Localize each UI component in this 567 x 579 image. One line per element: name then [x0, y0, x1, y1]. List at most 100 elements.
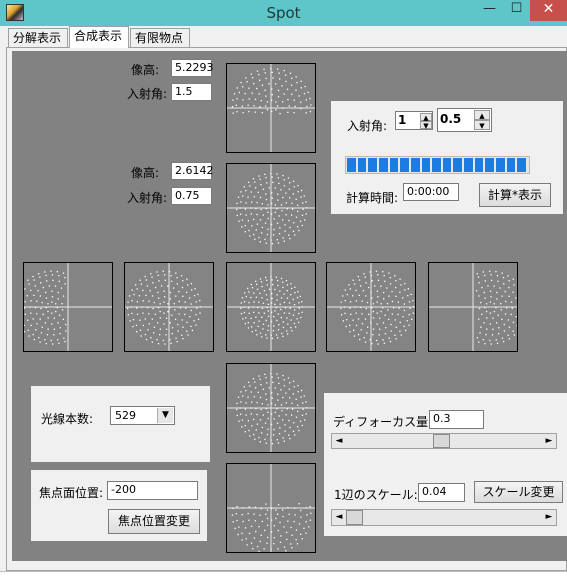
scale-scrollbar[interactable]: ◄ ►	[331, 509, 557, 526]
progress-fill	[347, 158, 528, 172]
spot-point	[159, 328, 161, 330]
tab-composite-view[interactable]: 合成表示	[69, 26, 129, 48]
spot-point	[278, 433, 281, 435]
spot-point	[234, 527, 236, 530]
spot-point	[371, 343, 373, 345]
spot-point	[268, 187, 270, 189]
spot-point	[64, 277, 66, 279]
spot-point	[357, 275, 359, 278]
scale-field[interactable]: 0.04	[418, 483, 465, 502]
defocus-scroll-thumb[interactable]	[432, 434, 450, 448]
close-button[interactable]: ✕	[530, 0, 567, 21]
spot-point	[278, 415, 280, 417]
scroll-left-icon[interactable]: ◄	[332, 510, 346, 524]
spot-point	[489, 270, 491, 272]
spot-diagram-right	[326, 262, 416, 352]
scale-scroll-thumb[interactable]	[346, 510, 363, 525]
spot-point	[38, 337, 40, 339]
spot-point	[296, 81, 298, 84]
spot-point	[276, 422, 279, 424]
top-image-height-field[interactable]: 5.2293	[171, 59, 214, 77]
spot-point	[241, 539, 243, 541]
spot-point	[170, 275, 172, 277]
spot-point	[57, 339, 59, 341]
scroll-right-icon[interactable]: ►	[542, 510, 556, 524]
tab-finite-object[interactable]: 有限物点	[130, 28, 190, 47]
spot-point	[300, 87, 302, 89]
spot-point	[382, 271, 384, 273]
spot-point	[270, 239, 272, 241]
calculate-display-button[interactable]: 計算*表示	[479, 183, 551, 207]
mid-image-height-field[interactable]: 2.6142	[171, 162, 214, 180]
scroll-left-icon[interactable]: ◄	[332, 434, 346, 448]
minimize-button[interactable]: —	[476, 0, 503, 21]
spot-point	[399, 321, 401, 323]
tab-decomposed-view[interactable]: 分解表示	[8, 28, 68, 47]
spot-point	[273, 228, 275, 231]
spot-point	[190, 325, 192, 327]
spot-point	[264, 373, 266, 375]
top-incident-angle-field[interactable]: 1.5	[171, 83, 212, 101]
spot-point	[235, 104, 237, 106]
spot-point	[151, 318, 153, 320]
spot-point	[501, 272, 503, 274]
spot-point	[56, 271, 58, 273]
spot-point	[160, 285, 163, 287]
spot-point	[260, 384, 262, 386]
incident-angle-spinner-1[interactable]: 1 ▲ ▼	[395, 111, 433, 130]
spot-point	[262, 388, 265, 390]
spot-point	[387, 309, 389, 311]
spot-point	[283, 240, 285, 242]
defocus-scrollbar[interactable]: ◄ ►	[331, 433, 557, 449]
spinner-1-down-button[interactable]: ▼	[420, 121, 432, 130]
spot-point	[240, 413, 242, 415]
spot-point	[42, 313, 44, 315]
spot-point	[158, 297, 160, 299]
spot-point	[57, 298, 59, 300]
chevron-down-icon[interactable]: ▼	[157, 408, 173, 423]
spot-point	[291, 402, 293, 404]
spot-point	[355, 312, 357, 314]
spot-point	[245, 295, 247, 298]
spot-point	[478, 318, 480, 320]
spot-point	[297, 410, 299, 412]
spot-point	[191, 329, 194, 332]
maximize-button[interactable]: ☐	[503, 0, 530, 21]
change-focal-position-button[interactable]: 焦点位置変更	[108, 509, 200, 534]
spot-point	[156, 271, 158, 273]
spot-point	[149, 290, 151, 292]
spot-point	[293, 520, 295, 523]
spot-point	[308, 526, 310, 528]
mid-incident-angle-field[interactable]: 0.75	[171, 187, 212, 205]
change-scale-button[interactable]: スケール変更	[474, 481, 563, 503]
spot-point	[291, 330, 293, 332]
spot-point	[492, 328, 494, 330]
incident-angle-spinner-2[interactable]: 0.5 ▲ ▼	[437, 108, 492, 132]
spot-point	[288, 388, 290, 390]
spot-point	[485, 310, 488, 313]
spot-point	[36, 313, 38, 315]
spot-point	[142, 289, 144, 292]
spot-point	[273, 537, 275, 539]
spot-point	[515, 316, 517, 318]
spot-point	[510, 313, 512, 316]
spot-point	[248, 532, 251, 535]
spot-point	[266, 542, 268, 544]
spot-point	[250, 283, 252, 286]
spinner-2-up-button[interactable]: ▲	[474, 110, 490, 120]
spot-point	[261, 307, 264, 310]
spinner-1-up-button[interactable]: ▲	[420, 113, 432, 122]
focal-plane-field[interactable]: -200	[107, 481, 198, 500]
calc-time-field[interactable]: 0:00:00	[403, 183, 459, 201]
defocus-field[interactable]: 0.3	[429, 410, 484, 429]
spot-point	[257, 391, 259, 393]
scroll-right-icon[interactable]: ►	[542, 434, 556, 448]
spot-diagram-center	[226, 262, 316, 352]
spot-point	[283, 379, 285, 381]
spot-point	[51, 312, 53, 314]
spot-point	[310, 104, 312, 106]
spinner-2-down-button[interactable]: ▼	[474, 120, 490, 130]
ray-count-select[interactable]: 529 ▼	[110, 406, 175, 425]
spot-point	[47, 310, 49, 313]
spot-point	[484, 280, 486, 282]
